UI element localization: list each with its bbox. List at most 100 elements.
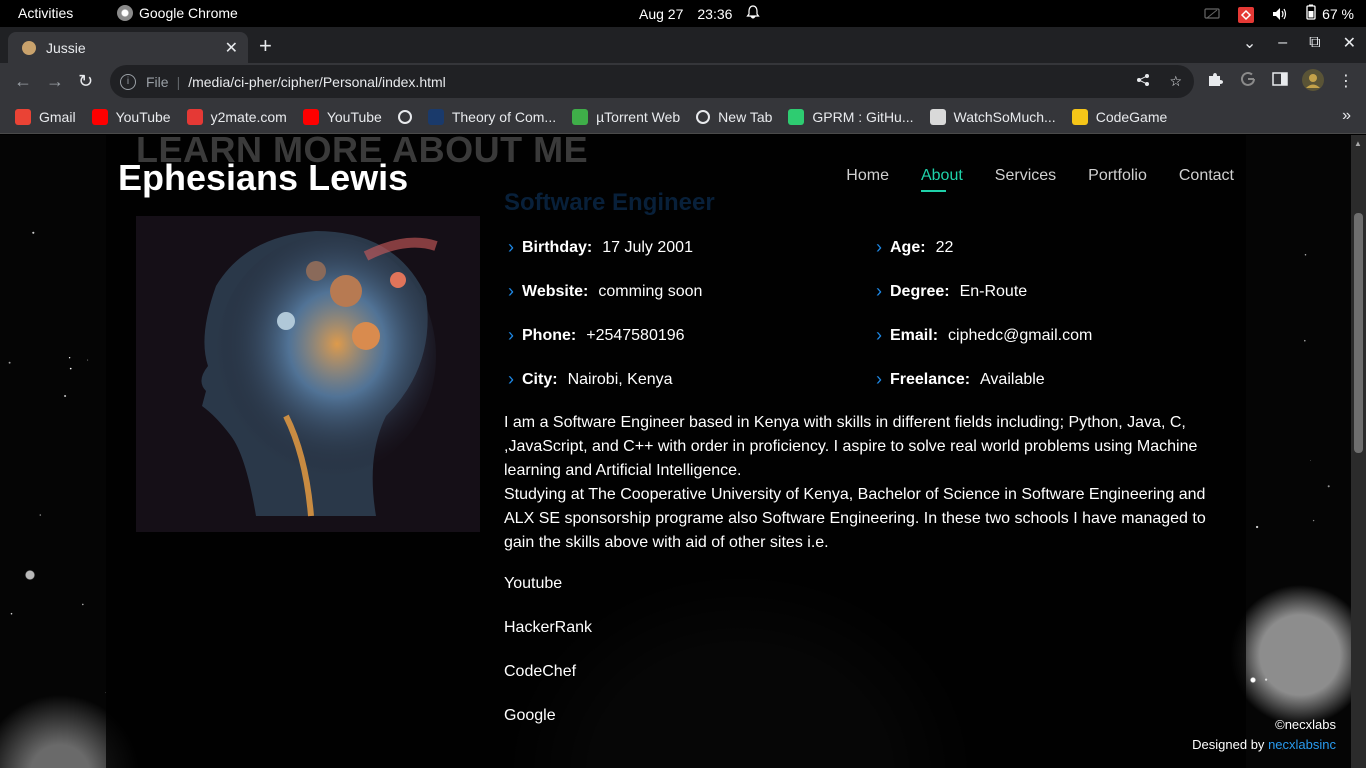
url-scheme: File	[146, 73, 169, 90]
info-website: › Website: comming soon	[504, 281, 702, 302]
volume-icon	[1272, 7, 1288, 21]
profile-image	[136, 216, 480, 532]
nav-home[interactable]: Home	[846, 167, 889, 185]
info-label: Degree:	[890, 282, 950, 300]
bio-text: I am a Software Engineer based in Kenya …	[504, 411, 1224, 555]
battery-indicator: 67 %	[1306, 4, 1354, 23]
info-value: +2547580196	[586, 326, 685, 344]
y2mate-icon	[186, 108, 203, 125]
info-freelance: › Freelance: Available	[872, 369, 1045, 390]
info-value: 17 July 2001	[602, 238, 693, 256]
site-nav: Home About Services Portfolio Contact	[846, 167, 1234, 192]
scroll-up-arrow[interactable]: ▲	[1354, 139, 1362, 148]
app-name: Google Chrome	[139, 5, 238, 21]
chrome-icon	[117, 5, 133, 21]
bookmark-gmail[interactable]: Gmail	[15, 108, 76, 125]
site-info-icon[interactable]: i	[120, 73, 136, 90]
bookmark-label: New Tab	[718, 108, 773, 125]
info-value: Nairobi, Kenya	[567, 370, 673, 388]
back-button[interactable]: ←	[14, 71, 32, 92]
browser-tab-active[interactable]: Jussie ✕	[8, 32, 248, 63]
system-tray[interactable]: 67 %	[1204, 4, 1354, 23]
designed-by-label: Designed by	[1192, 737, 1265, 752]
nav-about[interactable]: About	[920, 167, 963, 192]
site-hackerrank: HackerRank	[504, 619, 593, 636]
bookmark--torrent-web[interactable]: µTorrent Web	[572, 108, 680, 125]
clock[interactable]: Aug 27 23:36	[639, 5, 761, 22]
utorrent-icon	[572, 108, 589, 125]
bookmark-theory-of-com[interactable]: Theory of Com...	[427, 108, 556, 125]
designer-link[interactable]: necxlabsinc	[1268, 737, 1336, 752]
address-bar[interactable]: i File | /media/ci-pher/cipher/Personal/…	[110, 65, 1194, 98]
info-value: ciphedc@gmail.com	[948, 326, 1093, 344]
bookmark-star-icon[interactable]: ☆	[1169, 73, 1182, 90]
url-text[interactable]: /media/ci-pher/cipher/Personal/index.htm…	[188, 74, 446, 90]
scrollbar-thumb[interactable]	[1354, 213, 1363, 453]
new-tab-button[interactable]: +	[259, 33, 272, 59]
display-icon	[1204, 7, 1220, 21]
bookmarks-overflow-icon[interactable]: »	[1342, 107, 1351, 125]
bookmark-gprm-githu[interactable]: GPRM : GitHu...	[788, 108, 914, 125]
chrome-menu-icon[interactable]: ⋮	[1338, 71, 1354, 91]
info-city: › City: Nairobi, Kenya	[504, 369, 673, 390]
tab-strip: Jussie ✕ + ⌄ – ⧉ ✕	[0, 27, 1366, 63]
gprm-icon	[788, 108, 805, 125]
side-panel-icon[interactable]	[1272, 71, 1288, 92]
info-value: Available	[980, 370, 1045, 388]
chevron-right-icon: ›	[508, 369, 514, 389]
role-title: Software Engineer	[504, 189, 715, 216]
credits: Designed by necxlabsinc	[1192, 735, 1336, 755]
forward-button[interactable]: →	[46, 71, 64, 92]
info-label: Phone:	[522, 326, 577, 344]
bookmarks-bar: Gmail YouTube y2mate.com YouTube Theory of C…	[0, 100, 1366, 134]
activities-button[interactable]: Activities	[18, 5, 73, 21]
close-window-button[interactable]: ✕	[1343, 33, 1356, 53]
bookmark-label: y2mate.com	[210, 108, 287, 125]
tab-search-icon[interactable]: ⌄	[1243, 33, 1256, 53]
tab-title: Jussie	[46, 39, 86, 56]
reload-button[interactable]: ↻	[78, 71, 93, 92]
system-top-bar: Activities Google Chrome Aug 27 23:36 67…	[0, 0, 1366, 27]
site-logo-name[interactable]: Ephesians Lewis	[118, 157, 408, 199]
info-value: comming soon	[598, 282, 703, 300]
maximize-button[interactable]: ⧉	[1309, 34, 1320, 52]
google-extension-icon[interactable]	[1240, 71, 1256, 92]
chevron-right-icon: ›	[876, 369, 882, 389]
info-label: Age:	[890, 238, 926, 256]
clock-date: Aug 27	[639, 5, 684, 22]
nav-services[interactable]: Services	[995, 167, 1056, 185]
bookmark-y2mate-com[interactable]: y2mate.com	[186, 108, 287, 125]
globe-icon	[696, 109, 711, 124]
alarm-bell-icon	[746, 5, 761, 22]
page-scrollbar[interactable]: ▲	[1351, 135, 1366, 768]
minimize-button[interactable]: –	[1278, 34, 1287, 52]
window-controls: ⌄ – ⧉ ✕	[1243, 33, 1356, 53]
globe-icon	[397, 109, 412, 124]
bio-paragraph-1: I am a Software Engineer based in Kenya …	[504, 414, 1198, 479]
youtube-icon	[91, 108, 108, 125]
info-label: Birthday:	[522, 238, 593, 256]
profile-avatar[interactable]	[1302, 69, 1324, 96]
bookmark-label: WatchSoMuch...	[953, 108, 1056, 125]
app-menu[interactable]: Google Chrome	[117, 5, 238, 21]
nav-contact[interactable]: Contact	[1179, 167, 1234, 185]
bookmark-globe[interactable]	[397, 109, 412, 124]
youtube-icon	[302, 108, 319, 125]
bookmark-youtube[interactable]: YouTube	[302, 108, 382, 125]
bookmark-codegame[interactable]: CodeGame	[1071, 108, 1167, 125]
bookmark-watchsomuch[interactable]: WatchSoMuch...	[929, 108, 1056, 125]
bookmark-new-tab[interactable]: New Tab	[696, 109, 772, 125]
watchsomuch-icon	[929, 108, 946, 125]
info-value: En-Route	[959, 282, 1028, 300]
extensions-puzzle-icon[interactable]	[1207, 71, 1223, 92]
chevron-right-icon: ›	[508, 237, 514, 257]
copyright: ©necxlabs	[1275, 717, 1336, 732]
webpage: LEARN MORE ABOUT ME Ephesians Lewis Home…	[0, 135, 1366, 768]
codegame-icon	[1071, 108, 1088, 125]
bookmark-youtube[interactable]: YouTube	[91, 108, 171, 125]
tab-close-icon[interactable]: ✕	[225, 38, 238, 58]
info-phone: › Phone: +2547580196	[504, 325, 685, 346]
share-icon[interactable]	[1136, 73, 1150, 90]
site-google: Google	[504, 707, 556, 724]
nav-portfolio[interactable]: Portfolio	[1088, 167, 1147, 185]
